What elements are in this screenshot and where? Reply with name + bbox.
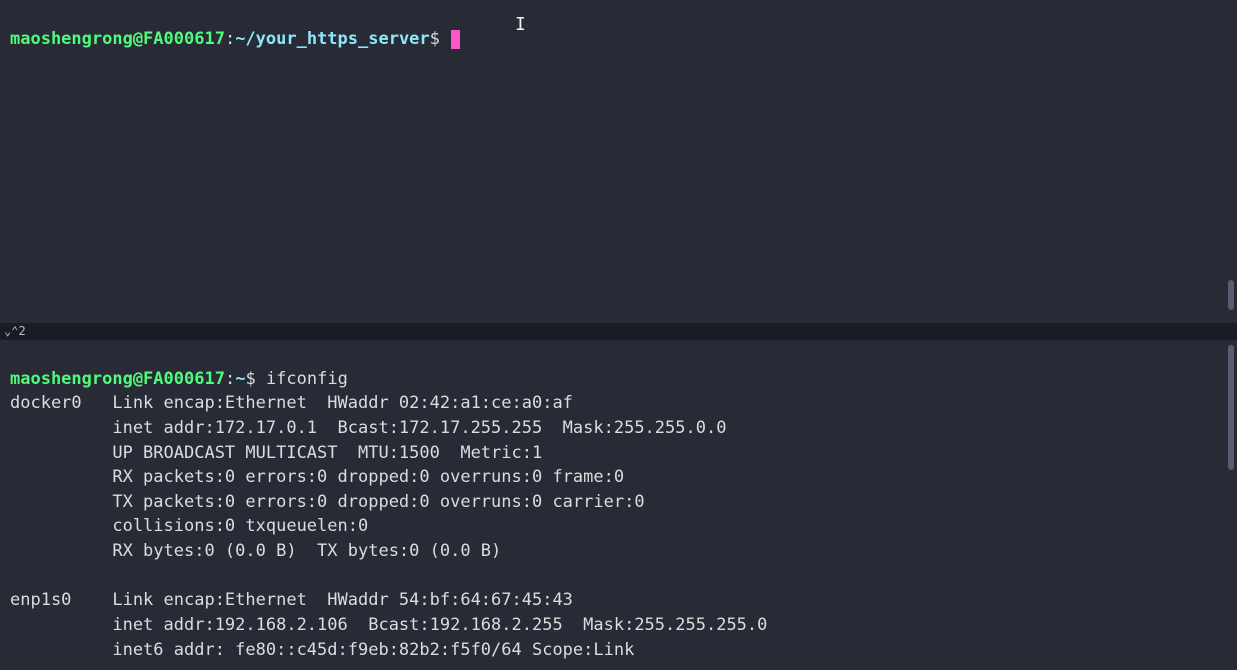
output-line: docker0 Link encap:Ethernet HWaddr 02:42… <box>10 393 573 413</box>
output-line: inet addr:172.17.0.1 Bcast:172.17.255.25… <box>10 418 726 438</box>
cursor-icon <box>451 30 460 49</box>
prompt-user-host: maoshengrong@FA000617 <box>10 29 225 49</box>
prompt-symbol: $ <box>245 369 255 389</box>
output-line: inet6 addr: fe80::c45d:f9eb:82b2:f5f0/64… <box>10 640 634 660</box>
prompt-separator: : <box>225 29 235 49</box>
scrollbar-thumb-top[interactable] <box>1228 280 1234 310</box>
output-line: RX packets:0 errors:0 dropped:0 overruns… <box>10 467 624 487</box>
output-line: inet addr:192.168.2.106 Bcast:192.168.2.… <box>10 615 767 635</box>
prompt-path: ~ <box>235 369 245 389</box>
terminal-pane-bottom[interactable]: maoshengrong@FA000617:~$ ifconfig docker… <box>0 340 1237 670</box>
command-input-bottom: ifconfig <box>266 369 348 389</box>
output-line: TX packets:0 errors:0 dropped:0 overruns… <box>10 492 645 512</box>
pane-split-bar[interactable]: ⌄⌃2 <box>0 323 1237 340</box>
scrollbar-thumb-bottom[interactable] <box>1228 345 1234 470</box>
output-line: UP BROADCAST MULTICAST MTU:1500 Metric:1 <box>10 443 542 463</box>
prompt-separator: : <box>225 369 235 389</box>
terminal-pane-top[interactable]: maoshengrong@FA000617:~/your_https_serve… <box>0 0 1237 323</box>
split-bar-label: ⌄⌃2 <box>4 324 26 338</box>
output-line: enp1s0 Link encap:Ethernet HWaddr 54:bf:… <box>10 590 573 610</box>
prompt-symbol: $ <box>430 29 440 49</box>
prompt-path: ~/your_https_server <box>235 29 429 49</box>
prompt-user-host: maoshengrong@FA000617 <box>10 369 225 389</box>
output-line: collisions:0 txqueuelen:0 <box>10 516 368 536</box>
output-line: RX bytes:0 (0.0 B) TX bytes:0 (0.0 B) <box>10 541 501 561</box>
